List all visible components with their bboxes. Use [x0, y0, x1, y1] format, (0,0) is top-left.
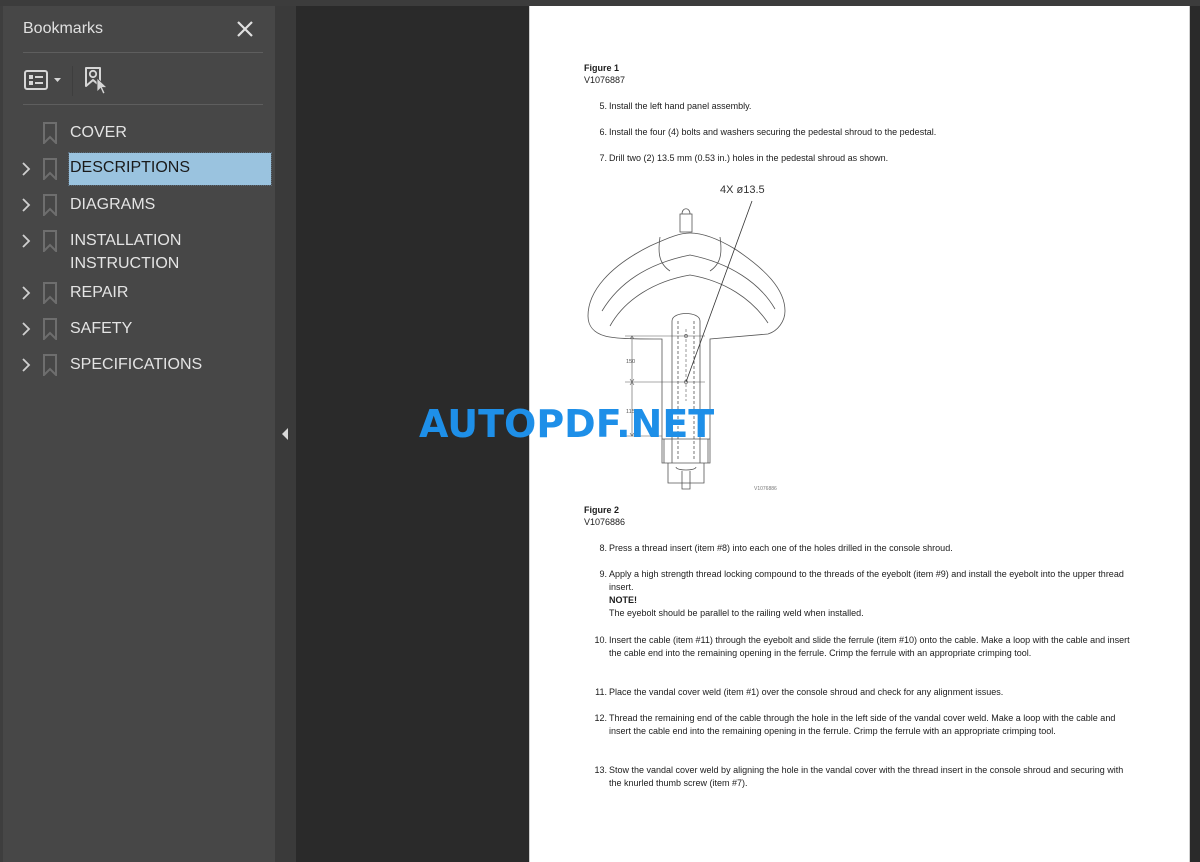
collapse-left-icon: [282, 428, 288, 440]
bookmark-label: DIAGRAMS: [70, 196, 156, 213]
close-panel-button[interactable]: [233, 18, 257, 42]
note-title: NOTE!: [609, 595, 637, 605]
bookmark-list: COVER DESCRIPTIONS DIAGRAMS INSTALLATION…: [3, 116, 275, 384]
panel-title: Bookmarks: [23, 20, 104, 37]
bookmark-safety[interactable]: SAFETY: [3, 312, 275, 348]
list-options-icon: [24, 70, 61, 90]
callout-label: 4X ø13.5: [720, 184, 765, 196]
bookmark-label: SAFETY: [70, 320, 133, 337]
toolbar-divider-bottom: [23, 104, 263, 105]
bookmark-icon: [43, 318, 57, 340]
step-11: 11. Place the vandal cover weld (item #1…: [595, 686, 1135, 699]
step-number: 13.: [594, 765, 607, 775]
chevron-right-icon[interactable]: [20, 357, 32, 373]
document-viewer[interactable]: Figure 1 V1076887 5. Install the left ha…: [296, 6, 1200, 862]
toolbar-divider: [72, 66, 73, 96]
bookmark-installation-instruction[interactable]: INSTALLATION INSTRUCTION: [3, 224, 275, 276]
bookmark-icon: [43, 354, 57, 376]
bookmarks-panel: Bookmarks COVER DESCRIPTIONS DIAGRAMS IN…: [0, 6, 275, 862]
step-13: 13. Stow the vandal cover weld by aligni…: [594, 764, 1135, 790]
bookmarks-toolbar: [23, 64, 263, 98]
step-text: Apply a high strength thread locking com…: [609, 569, 1124, 592]
step-number: 10.: [594, 635, 607, 645]
label-line-1: INSTALLATION: [70, 232, 182, 249]
step-text: Drill two (2) 13.5 mm (0.53 in.) holes i…: [609, 153, 889, 163]
step-text: Install the left hand panel assembly.: [609, 101, 752, 111]
step-9: 9. Apply a high strength thread locking …: [599, 568, 1135, 620]
chevron-right-icon[interactable]: [20, 285, 32, 301]
drawing-code: V1076886: [754, 486, 777, 492]
chevron-right-icon[interactable]: [20, 321, 32, 337]
bookmark-icon: [43, 230, 57, 252]
step-number: 5.: [599, 101, 607, 111]
step-8: 8. Press a thread insert (item #8) into …: [599, 542, 1135, 555]
step-text: Place the vandal cover weld (item #1) ov…: [609, 687, 1004, 697]
bookmark-icon: [43, 158, 57, 180]
note-text: The eyebolt should be parallel to the ra…: [609, 608, 864, 618]
close-icon: [237, 21, 253, 37]
collapse-panel-handle[interactable]: [275, 6, 296, 862]
bookmark-diagrams[interactable]: DIAGRAMS: [3, 188, 275, 224]
figure-title: Figure 2: [584, 505, 620, 515]
pedestal-shroud-drawing: 150 115 4X ø13.5 V1076886: [587, 184, 786, 492]
step-text: Thread the remaining end of the cable th…: [609, 713, 1116, 736]
step-number: 7.: [599, 153, 607, 163]
figure-2-caption: Figure 2 V1076886: [584, 504, 625, 528]
chevron-right-icon[interactable]: [20, 197, 32, 213]
step-number: 6.: [599, 127, 607, 137]
step-number: 12.: [594, 713, 607, 723]
step-text: Insert the cable (item #11) through the …: [609, 635, 1130, 658]
step-6: 6. Install the four (4) bolts and washer…: [599, 126, 1135, 139]
find-current-bookmark-icon: [85, 67, 109, 95]
bookmark-label: COVER: [70, 124, 127, 141]
step-number: 11.: [595, 687, 607, 697]
bookmark-cover[interactable]: COVER: [3, 116, 275, 152]
step-text: Stow the vandal cover weld by aligning t…: [609, 765, 1124, 788]
shroud-outline: [587, 232, 786, 464]
step-7: 7. Drill two (2) 13.5 mm (0.53 in.) hole…: [599, 152, 1135, 165]
pdf-page: Figure 1 V1076887 5. Install the left ha…: [529, 6, 1190, 862]
step-5: 5. Install the left hand panel assembly.: [599, 100, 1135, 113]
figure-1-caption: Figure 1 V1076887: [584, 62, 625, 86]
header-divider: [23, 52, 263, 53]
bookmark-descriptions[interactable]: DESCRIPTIONS: [3, 152, 275, 188]
bookmark-label-selected: DESCRIPTIONS: [68, 152, 272, 186]
bookmark-icon: [43, 282, 57, 304]
figure-code: V1076887: [584, 75, 626, 85]
label-line-2: INSTRUCTION: [70, 255, 180, 272]
bookmark-specifications[interactable]: SPECIFICATIONS: [3, 348, 275, 384]
bookmarks-header: Bookmarks: [23, 18, 263, 48]
find-current-bookmark-button[interactable]: [83, 66, 111, 96]
step-number: 9.: [599, 569, 607, 579]
figure-title: Figure 1: [584, 63, 620, 73]
figure-code: V1076886: [584, 517, 626, 527]
bookmark-icon: [43, 194, 57, 216]
chevron-right-icon[interactable]: [20, 233, 32, 249]
bookmark-icon: [43, 122, 57, 144]
step-number: 8.: [599, 543, 607, 553]
options-menu-button[interactable]: [23, 68, 65, 94]
step-text: Install the four (4) bolts and washers s…: [609, 127, 937, 137]
step-text: Press a thread insert (item #8) into eac…: [609, 543, 953, 553]
bookmark-label: INSTALLATION INSTRUCTION: [69, 229, 182, 275]
dim-upper-label: 150: [626, 359, 635, 365]
callout-leader: [685, 200, 753, 383]
step-12: 12. Thread the remaining end of the cabl…: [594, 712, 1135, 738]
step-10: 10. Insert the cable (item #11) through …: [594, 634, 1135, 660]
dim-lower-label: 115: [626, 409, 635, 415]
chevron-right-icon[interactable]: [20, 161, 32, 177]
bookmark-label: SPECIFICATIONS: [70, 356, 203, 373]
bookmark-repair[interactable]: REPAIR: [3, 276, 275, 312]
bookmark-label: REPAIR: [70, 284, 129, 301]
